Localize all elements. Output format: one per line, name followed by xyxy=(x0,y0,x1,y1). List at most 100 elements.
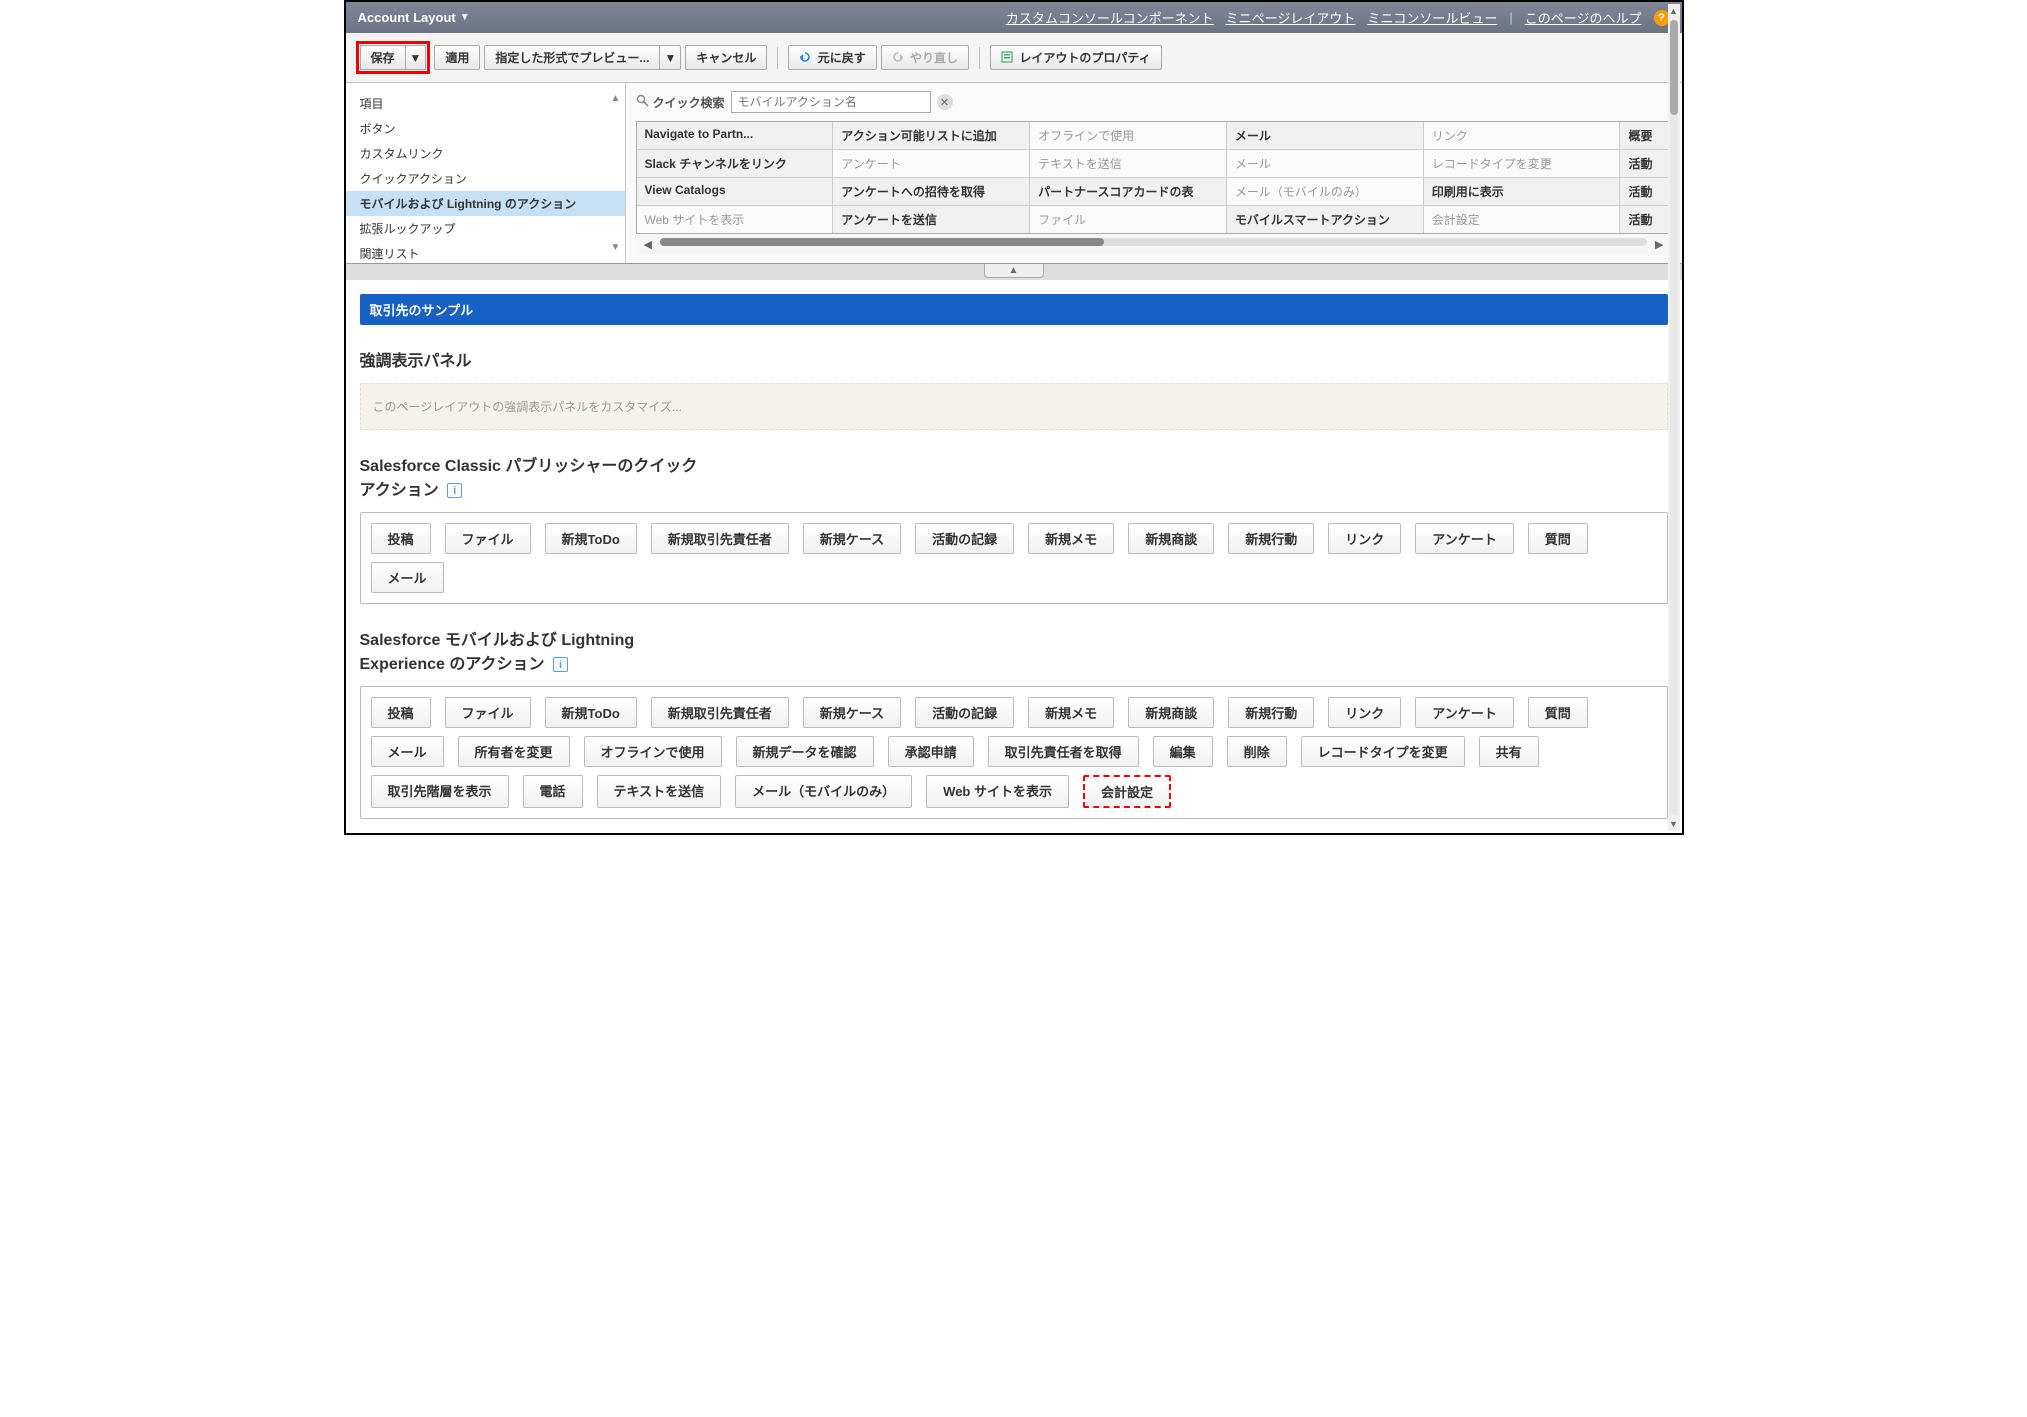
action-pill[interactable]: 新規ケース xyxy=(803,697,901,728)
action-pill[interactable]: 取引先責任者を取得 xyxy=(988,736,1139,767)
link-mini-layout[interactable]: ミニページレイアウト xyxy=(1226,8,1356,27)
action-pill[interactable]: 共有 xyxy=(1479,736,1539,767)
sidebar-item[interactable]: 関連リスト xyxy=(346,241,625,263)
action-pill[interactable]: メール xyxy=(371,562,444,593)
palette-action-cell[interactable]: 活動 xyxy=(1620,206,1670,233)
palette-action-cell[interactable]: Navigate to Partn... xyxy=(637,122,834,149)
action-pill[interactable]: 新規行動 xyxy=(1228,523,1314,554)
action-pill[interactable]: リンク xyxy=(1328,523,1401,554)
action-pill[interactable]: 新規取引先責任者 xyxy=(651,523,789,554)
palette-action-cell[interactable]: Web サイトを表示 xyxy=(637,206,834,233)
scroll-left-icon[interactable]: ◀ xyxy=(644,238,652,251)
preview-menu-arrow[interactable]: ▼ xyxy=(659,45,681,70)
palette-action-cell[interactable]: 印刷用に表示 xyxy=(1424,178,1621,205)
palette-action-cell[interactable]: レコードタイプを変更 xyxy=(1424,150,1621,177)
scroll-up-icon[interactable]: ▲ xyxy=(1667,4,1680,18)
scroll-track[interactable] xyxy=(660,238,1647,246)
collapse-handle[interactable]: ▲ xyxy=(984,264,1044,278)
info-icon[interactable]: i xyxy=(447,483,462,498)
palette-action-cell[interactable]: 活動 xyxy=(1620,178,1670,205)
clear-icon[interactable]: ✕ xyxy=(937,94,953,110)
action-pill[interactable]: リンク xyxy=(1328,697,1401,728)
link-help[interactable]: このページのヘルプ xyxy=(1525,8,1642,27)
scroll-up-icon[interactable]: ▲ xyxy=(611,93,621,104)
palette-action-cell[interactable]: パートナースコアカードの表 xyxy=(1030,178,1227,205)
action-pill[interactable]: アンケート xyxy=(1415,523,1513,554)
palette-action-cell[interactable]: 会計設定 xyxy=(1424,206,1621,233)
palette-action-cell[interactable]: アンケートを送信 xyxy=(833,206,1030,233)
palette-action-cell[interactable]: テキストを送信 xyxy=(1030,150,1227,177)
sidebar-item[interactable]: モバイルおよび Lightning のアクション xyxy=(346,191,625,216)
scroll-right-icon[interactable]: ▶ xyxy=(1655,238,1663,251)
action-pill[interactable]: アンケート xyxy=(1415,697,1513,728)
action-pill[interactable]: 新規取引先責任者 xyxy=(651,697,789,728)
quick-find-input[interactable] xyxy=(731,91,931,113)
palette-action-cell[interactable]: 概要 xyxy=(1620,122,1670,149)
palette-action-cell[interactable]: メール xyxy=(1227,150,1424,177)
scroll-thumb[interactable] xyxy=(660,238,1104,246)
palette-action-cell[interactable]: リンク xyxy=(1424,122,1621,149)
action-pill[interactable]: 削除 xyxy=(1227,736,1287,767)
page-scrollbar[interactable]: ▲ ▼ xyxy=(1668,4,1680,831)
palette-action-cell[interactable]: アンケートへの招待を取得 xyxy=(833,178,1030,205)
palette-action-cell[interactable]: アクション可能リストに追加 xyxy=(833,122,1030,149)
action-pill[interactable]: ファイル xyxy=(445,523,531,554)
sidebar-item[interactable]: ボタン xyxy=(346,116,625,141)
palette-action-cell[interactable]: モバイルスマートアクション xyxy=(1227,206,1424,233)
action-pill[interactable]: 投稿 xyxy=(371,523,431,554)
scroll-down-icon[interactable]: ▼ xyxy=(611,242,621,253)
action-pill[interactable]: 新規ToDo xyxy=(545,697,637,728)
action-pill[interactable]: Web サイトを表示 xyxy=(926,775,1069,808)
sidebar-item[interactable]: カスタムリンク xyxy=(346,141,625,166)
scroll-thumb[interactable] xyxy=(1670,20,1678,115)
link-console-component[interactable]: カスタムコンソールコンポーネント xyxy=(1006,8,1214,27)
apply-button[interactable]: 適用 xyxy=(434,45,480,70)
save-button[interactable]: 保存 xyxy=(360,45,405,70)
palette-action-cell[interactable]: アンケート xyxy=(833,150,1030,177)
action-pill[interactable]: 質問 xyxy=(1528,697,1588,728)
sidebar-item[interactable]: クイックアクション xyxy=(346,166,625,191)
info-icon[interactable]: i xyxy=(553,657,568,672)
action-pill[interactable]: 編集 xyxy=(1153,736,1213,767)
action-pill[interactable]: 新規商談 xyxy=(1128,523,1214,554)
action-pill[interactable]: 新規ケース xyxy=(803,523,901,554)
action-pill[interactable]: テキストを送信 xyxy=(597,775,722,808)
grid-scrollbar[interactable]: ◀ ▶ xyxy=(636,234,1672,255)
action-pill[interactable]: 活動の記録 xyxy=(915,697,1014,728)
palette-action-cell[interactable]: ファイル xyxy=(1030,206,1227,233)
action-pill[interactable]: レコードタイプを変更 xyxy=(1301,736,1465,767)
sidebar-scroll[interactable]: ▲ ▼ xyxy=(609,93,623,253)
preview-button[interactable]: 指定した形式でプレビュー... xyxy=(484,45,659,70)
palette-action-cell[interactable]: 活動 xyxy=(1620,150,1670,177)
undo-button[interactable]: 元に戻す xyxy=(788,45,876,70)
scroll-down-icon[interactable]: ▼ xyxy=(1667,817,1680,831)
action-pill[interactable]: 承認申請 xyxy=(888,736,974,767)
action-pill[interactable]: ファイル xyxy=(445,697,531,728)
action-pill[interactable]: 新規メモ xyxy=(1028,523,1114,554)
save-menu-arrow[interactable]: ▼ xyxy=(405,45,427,70)
action-pill[interactable]: メール（モバイルのみ） xyxy=(735,775,912,808)
action-pill[interactable]: 新規ToDo xyxy=(545,523,637,554)
action-pill[interactable]: 投稿 xyxy=(371,697,431,728)
action-pill[interactable]: 電話 xyxy=(523,775,583,808)
action-pill[interactable]: 会計設定 xyxy=(1083,775,1171,808)
action-pill[interactable]: メール xyxy=(371,736,444,767)
action-pill[interactable]: 新規行動 xyxy=(1228,697,1314,728)
scroll-track[interactable] xyxy=(1670,20,1678,815)
palette-action-cell[interactable]: メール（モバイルのみ） xyxy=(1227,178,1424,205)
cancel-button[interactable]: キャンセル xyxy=(685,45,767,70)
palette-action-cell[interactable]: オフラインで使用 xyxy=(1030,122,1227,149)
palette-action-cell[interactable]: Slack チャンネルをリンク xyxy=(637,150,834,177)
action-pill[interactable]: 新規メモ xyxy=(1028,697,1114,728)
sidebar-item[interactable]: 拡張ルックアップ xyxy=(346,216,625,241)
action-pill[interactable]: 新規データを確認 xyxy=(736,736,874,767)
action-pill[interactable]: 所有者を変更 xyxy=(458,736,570,767)
action-pill[interactable]: 取引先階層を表示 xyxy=(371,775,509,808)
action-pill[interactable]: 新規商談 xyxy=(1128,697,1214,728)
palette-action-cell[interactable]: メール xyxy=(1227,122,1424,149)
action-pill[interactable]: オフラインで使用 xyxy=(584,736,722,767)
palette-action-cell[interactable]: View Catalogs xyxy=(637,178,834,205)
sidebar-item[interactable]: 項目 xyxy=(346,91,625,116)
highlight-panel-placeholder[interactable]: このページレイアウトの強調表示パネルをカスタマイズ... xyxy=(360,383,1668,430)
layout-props-button[interactable]: レイアウトのプロパティ xyxy=(990,45,1162,70)
